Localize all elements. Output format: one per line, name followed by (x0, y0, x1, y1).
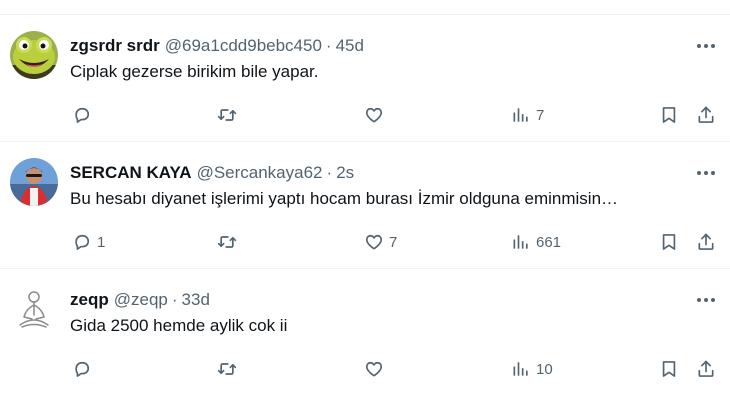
bookmark-button[interactable] (659, 358, 679, 380)
like-button[interactable] (364, 358, 389, 380)
avatar[interactable] (10, 31, 58, 79)
more-options-icon[interactable] (695, 293, 717, 307)
views-button[interactable]: 7 (511, 104, 544, 126)
timestamp[interactable]: 45d (336, 36, 364, 56)
display-name[interactable]: SERCAN KAYA (70, 163, 192, 183)
views-chart-icon (513, 108, 528, 122)
share-button[interactable] (696, 231, 716, 253)
display-name[interactable]: zgsrdr srdr (70, 36, 160, 56)
views-chart-icon (513, 235, 528, 249)
retweet-button[interactable] (217, 104, 242, 126)
retweet-button[interactable] (217, 358, 242, 380)
display-name[interactable]: zeqp (70, 290, 109, 310)
like-button[interactable] (364, 104, 389, 126)
heart-icon (365, 107, 383, 123)
tweet-header: zgsrdr srdr @69a1cdd9bebc450 · 45d (70, 35, 364, 57)
like-count: 7 (389, 233, 398, 251)
separator-dot: · (325, 36, 332, 55)
tweet-header: zeqp @zeqp · 33d (70, 289, 210, 311)
heart-icon (365, 234, 383, 250)
username[interactable]: @69a1cdd9bebc450 (165, 36, 322, 56)
reply-button[interactable]: 1 (72, 231, 105, 253)
tweet-actions: 1 7 661 (0, 231, 730, 253)
tweet-text: Gida 2500 hemde aylik cok ii (70, 316, 288, 335)
view-count: 7 (536, 106, 545, 124)
share-button[interactable] (696, 104, 716, 126)
meditating-figure-avatar-icon (10, 285, 58, 333)
reply-button[interactable] (72, 358, 97, 380)
like-button[interactable]: 7 (364, 231, 397, 253)
timestamp[interactable]: 33d (182, 290, 210, 310)
separator-dot: · (326, 163, 333, 182)
reply-icon (75, 234, 90, 250)
avatar[interactable] (10, 158, 58, 206)
username[interactable]: @Sercankaya62 (197, 163, 323, 183)
green-frog-face-avatar-icon (10, 31, 58, 79)
bookmark-icon (662, 107, 676, 123)
person-photo-avatar-icon (10, 158, 58, 206)
tweet[interactable]: zeqp @zeqp · 33d Gida 2500 hemde aylik c… (0, 269, 730, 399)
tweet-text: Ciplak gezerse birikim bile yapar. (70, 62, 319, 81)
share-icon (698, 360, 714, 377)
avatar[interactable] (10, 285, 58, 333)
more-options-icon[interactable] (695, 39, 717, 53)
tweet-header: SERCAN KAYA @Sercankaya62 · 2s (70, 162, 354, 184)
bookmark-button[interactable] (659, 104, 679, 126)
timestamp[interactable]: 2s (336, 163, 354, 183)
tweet-actions: 10 (0, 358, 730, 380)
reply-icon (75, 107, 90, 123)
reply-count: 1 (97, 233, 106, 251)
share-button[interactable] (696, 358, 716, 380)
bookmark-icon (662, 361, 676, 377)
retweet-button[interactable] (217, 231, 242, 253)
retweet-icon (217, 236, 237, 248)
username[interactable]: @zeqp (114, 290, 168, 310)
more-options-icon[interactable] (695, 166, 717, 180)
tweet[interactable]: zgsrdr srdr @69a1cdd9bebc450 · 45d Cipla… (0, 15, 730, 142)
retweet-icon (217, 363, 237, 375)
heart-icon (365, 361, 383, 377)
share-icon (698, 106, 714, 123)
separator-dot: · (171, 290, 178, 309)
share-icon (698, 233, 714, 250)
bookmark-button[interactable] (659, 231, 679, 253)
views-chart-icon (513, 362, 528, 376)
views-button[interactable]: 10 (511, 358, 553, 380)
bookmark-icon (662, 234, 676, 250)
tweet[interactable]: SERCAN KAYA @Sercankaya62 · 2s Bu hesabı… (0, 142, 730, 269)
view-count: 661 (536, 233, 562, 251)
tweet-actions: 7 (0, 104, 730, 126)
reply-button[interactable] (72, 104, 97, 126)
views-button[interactable]: 661 (511, 231, 561, 253)
retweet-icon (217, 109, 237, 121)
reply-icon (75, 361, 90, 377)
tweet-text: Bu hesabı diyanet işlerimi yaptı hocam b… (70, 189, 619, 208)
view-count: 10 (536, 360, 553, 378)
